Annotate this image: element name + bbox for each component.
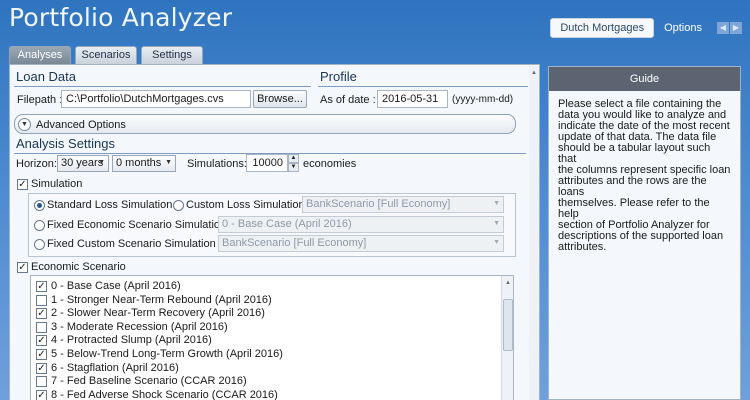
simulations-stepper[interactable]: ▲ ▼ xyxy=(288,154,299,172)
scenario-checkbox[interactable] xyxy=(36,295,47,306)
fixed-custom-select[interactable]: BankScenario [Full Economy] ▼ xyxy=(218,235,504,252)
guide-line: should be a tabular layout such that xyxy=(558,142,711,165)
main-tabs: Analyses Scenarios Settings xyxy=(9,46,207,64)
scenario-checkbox[interactable]: ✓ xyxy=(36,363,47,374)
dropdown-caret-icon: ▼ xyxy=(493,239,500,246)
dropdown-caret-icon: ▼ xyxy=(493,200,500,207)
fixed-economic-select-value: 0 - Base Case (April 2016) xyxy=(222,218,352,230)
fixed-custom-select-value: BankScenario [Full Economy] xyxy=(222,237,367,249)
advanced-options-label: Advanced Options xyxy=(36,119,126,131)
tab-settings[interactable]: Settings xyxy=(141,46,203,64)
simulations-input[interactable]: 10000 xyxy=(246,154,288,172)
chevron-right-icon[interactable]: ▶ xyxy=(730,22,742,34)
fixed-economic-select[interactable]: 0 - Base Case (April 2016) ▼ xyxy=(218,216,504,233)
browse-button[interactable]: Browse... xyxy=(253,90,307,108)
dropdown-caret-icon: ▼ xyxy=(165,159,172,166)
advanced-options-expander[interactable]: ▼ Advanced Options xyxy=(14,114,516,134)
horizon-years-value: 30 years xyxy=(61,157,104,169)
guide-line: attributes. xyxy=(558,241,607,253)
scenario-checkbox[interactable]: ✓ xyxy=(36,335,47,346)
loan-data-rule xyxy=(14,86,311,87)
economic-scenario-list[interactable]: ✓ 0 - Base Case (April 2016) 1 - Stronge… xyxy=(30,275,514,400)
chevron-down-icon[interactable]: ▼ xyxy=(18,118,31,131)
custom-loss-select[interactable]: BankScenario [Full Economy] ▼ xyxy=(302,196,504,213)
scroll-up-icon[interactable]: ▲ xyxy=(503,278,513,288)
economic-scenario-checkbox[interactable]: ✓ xyxy=(17,262,28,273)
simulation-checkbox[interactable]: ✓ xyxy=(17,179,28,190)
guide-line: attributes and the rows are the loans xyxy=(558,175,707,198)
profile-rule xyxy=(318,86,528,87)
scenario-checkbox[interactable]: ✓ xyxy=(36,281,47,292)
guide-text: Please select a file containing the data… xyxy=(549,91,740,261)
simulations-label: Simulations: xyxy=(187,158,247,170)
scenario-label: 5 - Below-Trend Long-Term Growth (April … xyxy=(51,348,283,360)
fixed-economic-label: Fixed Economic Scenario Simulation xyxy=(47,219,227,231)
app-title: Portfolio Analyzer xyxy=(9,3,233,32)
nav-arrows: ◀ ▶ xyxy=(716,22,742,34)
tab-analyses[interactable]: Analyses xyxy=(9,46,71,64)
scenario-label: 6 - Stagflation (April 2016) xyxy=(51,362,179,374)
scroll-thumb[interactable] xyxy=(503,299,513,351)
guide-title: Guide xyxy=(549,67,740,91)
spin-down-icon[interactable]: ▼ xyxy=(288,163,299,172)
standard-loss-radio[interactable] xyxy=(34,200,45,211)
horizon-label: Horizon: xyxy=(16,158,57,170)
economies-label: economies xyxy=(303,158,357,170)
analyses-panel: Loan Data Filepath : C:\Portfolio\DutchM… xyxy=(9,64,540,400)
simulation-label: Simulation xyxy=(31,178,83,190)
custom-loss-radio[interactable] xyxy=(173,200,184,211)
top-right-toolbar: Dutch Mortgages Options ◀ ▶ xyxy=(550,18,742,38)
date-format-hint: (yyyy-mm-dd) xyxy=(452,94,514,105)
analysis-settings-title: Analysis Settings xyxy=(16,136,115,151)
standard-loss-label: Standard Loss Simulation xyxy=(47,199,173,211)
scenario-label: 0 - Base Case (April 2016) xyxy=(51,280,181,292)
scenario-checkbox[interactable]: ✓ xyxy=(36,390,47,400)
spin-up-icon[interactable]: ▲ xyxy=(288,154,299,163)
scenario-checkbox[interactable]: ✓ xyxy=(36,349,47,360)
portfolio-button[interactable]: Dutch Mortgages xyxy=(550,18,655,38)
scenario-checkbox[interactable] xyxy=(36,376,47,387)
profile-title: Profile xyxy=(320,69,357,84)
filepath-label: Filepath : xyxy=(17,94,63,106)
as-of-date-label: As of date : xyxy=(320,94,376,106)
tab-scenarios[interactable]: Scenarios xyxy=(75,46,137,64)
scenario-label: 3 - Moderate Recession (April 2016) xyxy=(51,321,228,333)
custom-loss-label: Custom Loss Simulation xyxy=(186,199,305,211)
guide-panel: Guide Please select a file containing th… xyxy=(548,66,741,400)
scenario-checkbox[interactable] xyxy=(36,322,47,333)
scenario-label: 4 - Protracted Slump (April 2016) xyxy=(51,334,212,346)
options-link[interactable]: Options xyxy=(664,22,702,34)
dropdown-caret-icon: ▼ xyxy=(493,220,500,227)
scenario-label: 7 - Fed Baseline Scenario (CCAR 2016) xyxy=(51,375,247,387)
horizon-months-value: 0 months xyxy=(116,157,162,169)
fixed-custom-label: Fixed Custom Scenario Simulation xyxy=(47,238,216,250)
filepath-input[interactable]: C:\Portfolio\DutchMortgages.cvs xyxy=(61,90,251,108)
scenario-checkbox[interactable]: ✓ xyxy=(36,308,47,319)
as-of-date-input[interactable]: 2016-05-31 xyxy=(377,90,448,108)
custom-loss-select-value: BankScenario [Full Economy] xyxy=(306,198,451,210)
horizon-months-select[interactable]: 0 months ▼ xyxy=(112,155,176,172)
chevron-left-icon[interactable]: ◀ xyxy=(717,22,729,34)
fixed-economic-radio[interactable] xyxy=(34,220,45,231)
fixed-custom-radio[interactable] xyxy=(34,239,45,250)
scenario-label: 1 - Stronger Near-Term Rebound (April 20… xyxy=(51,294,272,306)
dropdown-caret-icon: ▼ xyxy=(98,159,105,166)
scenario-label: 8 - Fed Adverse Shock Scenario (CCAR 201… xyxy=(51,389,278,400)
scenario-list-scrollbar[interactable]: ▲ xyxy=(501,276,513,400)
economic-scenario-label: Economic Scenario xyxy=(31,261,126,273)
scenario-label: 2 - Slower Near-Term Recovery (April 201… xyxy=(51,307,265,319)
guide-line: themselves. Please refer to the help xyxy=(558,197,710,220)
scroll-up-icon[interactable]: ▲ xyxy=(529,68,539,78)
horizon-years-select[interactable]: 30 years ▼ xyxy=(57,155,109,172)
panel-scrollbar[interactable]: ▲ xyxy=(529,66,539,400)
loan-data-title: Loan Data xyxy=(16,69,76,84)
